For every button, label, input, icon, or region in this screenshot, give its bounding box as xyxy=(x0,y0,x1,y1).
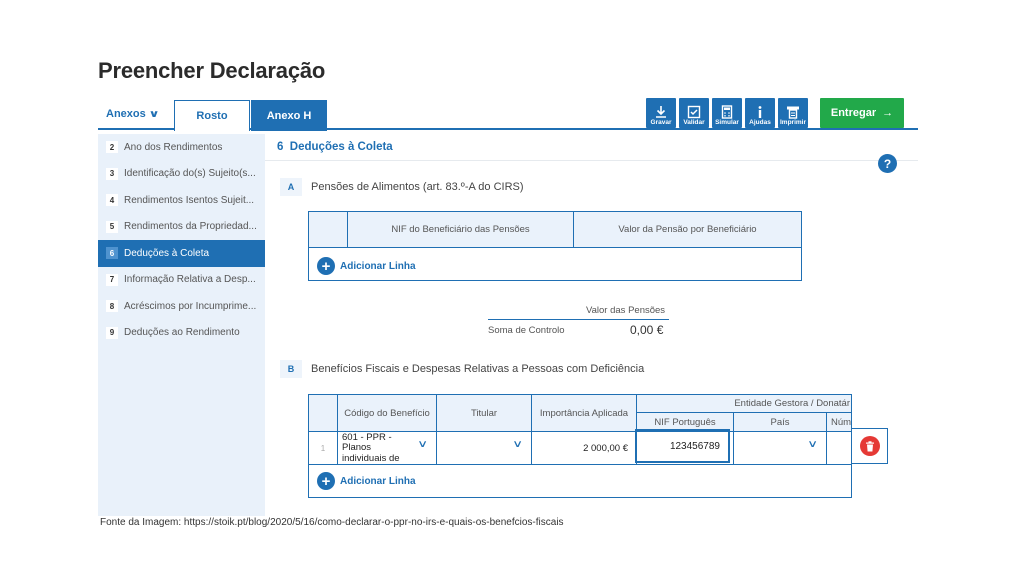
column-header-num: Núm xyxy=(831,416,852,428)
subsection-b-title: Benefícios Fiscais e Despesas Relativas … xyxy=(311,363,645,375)
plus-icon: + xyxy=(317,472,335,490)
tab-anexo-h[interactable]: Anexo H xyxy=(251,100,327,131)
sidebar-item-acrescimos[interactable]: 8 Acréscimos por Incumprime... xyxy=(98,293,265,320)
sidebar-item-number: 3 xyxy=(106,167,118,180)
subsection-a-title: Pensões de Alimentos (art. 83.º-A do CIR… xyxy=(311,181,524,193)
add-line-label: Adicionar Linha xyxy=(340,260,416,272)
sidebar-item-label: Deduções à Coleta xyxy=(124,247,210,259)
sidebar-item-label: Ano dos Rendimentos xyxy=(124,141,223,153)
chevron-down-icon[interactable]: ∨ xyxy=(417,439,428,450)
column-header-pais: País xyxy=(770,416,790,428)
sidebar-item-rendimentos-propriedade[interactable]: 5 Rendimentos da Propriedad... xyxy=(98,214,265,241)
sidebar: 2 Ano dos Rendimentos 3 Identificação do… xyxy=(98,134,265,516)
sidebar-item-ano-rendimentos[interactable]: 2 Ano dos Rendimentos xyxy=(98,134,265,161)
plus-icon: + xyxy=(317,257,335,275)
sidebar-item-number: 8 xyxy=(106,300,118,313)
pensoes-table: NIF do Beneficiário das Pensões Valor da… xyxy=(308,211,802,281)
row-index-header xyxy=(309,212,348,247)
importancia-value[interactable]: 2 000,00 € xyxy=(532,432,634,464)
imprimir-button[interactable]: Imprimir xyxy=(778,98,808,128)
add-line-label: Adicionar Linha xyxy=(340,475,416,487)
codigo-select-value[interactable]: 601 - PPR - Planos individuais de xyxy=(342,433,406,464)
tab-bar: Anexos ∨ Rosto Anexo H Gravar Validar Si… xyxy=(98,98,918,131)
sidebar-item-number: 6 xyxy=(106,247,118,260)
sidebar-item-label: Acréscimos por Incumprime... xyxy=(124,300,257,312)
sidebar-item-label: Informação Relativa a Desp... xyxy=(124,274,256,286)
sidebar-item-rendimentos-isentos[interactable]: 4 Rendimentos Isentos Sujeit... xyxy=(98,187,265,214)
ajudas-label: Ajudas xyxy=(749,118,771,126)
titular-select[interactable] xyxy=(437,432,517,464)
column-header-nif: NIF do Beneficiário das Pensões xyxy=(348,212,574,247)
soma-controlo-value: 0,00 € xyxy=(630,323,664,337)
sidebar-item-number: 5 xyxy=(106,220,118,233)
imprimir-label: Imprimir xyxy=(779,118,806,126)
entregar-label: Entregar xyxy=(830,107,877,119)
column-header-valor: Valor da Pensão por Beneficiário xyxy=(618,224,757,235)
sidebar-item-label: Deduções ao Rendimento xyxy=(124,327,240,339)
gravar-label: Gravar xyxy=(650,118,672,126)
tab-rosto[interactable]: Rosto xyxy=(174,100,250,131)
section-number: 6 xyxy=(277,141,284,153)
info-icon xyxy=(758,105,762,118)
sidebar-item-deducoes-rendimento[interactable]: 9 Deduções ao Rendimento xyxy=(98,320,265,347)
section-title: 6 Deduções à Coleta xyxy=(277,141,393,153)
page-title: Preencher Declaração xyxy=(98,58,326,83)
sidebar-item-identificacao[interactable]: 3 Identificação do(s) Sujeito(s... xyxy=(98,161,265,188)
add-line-button-a[interactable]: + Adicionar Linha xyxy=(317,257,416,275)
sidebar-item-informacao-despesas[interactable]: 7 Informação Relativa a Desp... xyxy=(98,267,265,294)
help-icon[interactable]: ? xyxy=(878,154,897,173)
column-header-importancia: Importância Aplicada xyxy=(539,407,629,419)
section-title-text: Deduções à Coleta xyxy=(289,141,393,153)
beneficios-table: Código do Benefício Titular Importância … xyxy=(308,394,852,498)
sidebar-item-label: Rendimentos Isentos Sujeit... xyxy=(124,194,255,206)
sidebar-item-number: 9 xyxy=(106,326,118,339)
sidebar-item-number: 4 xyxy=(106,194,118,207)
sidebar-item-deducoes-coleta[interactable]: 6 Deduções à Coleta xyxy=(98,240,265,267)
delete-row-button[interactable] xyxy=(852,428,888,464)
section-divider xyxy=(265,160,918,161)
sidebar-item-number: 2 xyxy=(106,141,118,154)
column-header-titular: Titular xyxy=(470,407,498,419)
chevron-down-icon[interactable]: ∨ xyxy=(807,439,818,450)
nif-input[interactable]: 123456789 xyxy=(635,429,730,463)
row-index-header xyxy=(309,395,337,431)
pais-select[interactable] xyxy=(734,432,814,464)
add-line-button-b[interactable]: + Adicionar Linha xyxy=(317,472,416,490)
sidebar-item-label: Rendimentos da Propriedad... xyxy=(124,221,257,233)
image-source-caption: Fonte da Imagem: https://stoik.pt/blog/2… xyxy=(100,517,564,528)
anexos-dropdown[interactable]: Anexos ∨ xyxy=(106,108,160,120)
trash-icon xyxy=(859,436,880,456)
pensoes-table-header: NIF do Beneficiário das Pensões Valor da… xyxy=(309,212,801,248)
ajudas-button[interactable]: Ajudas xyxy=(745,98,775,128)
chevron-down-icon: ∨ xyxy=(148,108,160,120)
toolbar: Gravar Validar Simular Ajudas Imprimir xyxy=(646,98,808,128)
header-subdivider xyxy=(637,412,851,413)
column-header-entidade: Entidade Gestora / Donatár xyxy=(734,398,850,409)
col-divider xyxy=(337,395,338,464)
checkbox-icon xyxy=(687,105,701,118)
calculator-icon xyxy=(721,104,733,119)
entregar-button[interactable]: Entregar → xyxy=(820,98,904,128)
gravar-button[interactable]: Gravar xyxy=(646,98,676,128)
download-icon xyxy=(656,105,666,118)
soma-controlo-label: Soma de Controlo xyxy=(488,325,565,336)
sidebar-item-label: Identificação do(s) Sujeito(s... xyxy=(124,168,256,180)
validar-label: Validar xyxy=(683,118,705,126)
valor-pensoes-label: Valor das Pensões xyxy=(586,305,666,316)
printer-icon xyxy=(787,106,799,119)
row-index: 1 xyxy=(320,443,326,453)
subsection-b-letter: B xyxy=(280,360,302,378)
row-divider xyxy=(309,464,851,465)
validar-button[interactable]: Validar xyxy=(679,98,709,128)
col-divider xyxy=(826,412,827,464)
simular-button[interactable]: Simular xyxy=(712,98,742,128)
sidebar-item-number: 7 xyxy=(106,273,118,286)
column-header-codigo: Código do Benefício xyxy=(344,407,430,419)
arrow-right-icon: → xyxy=(882,107,894,119)
pensoes-divider xyxy=(488,319,669,320)
anexos-label: Anexos xyxy=(106,108,146,120)
simular-label: Simular xyxy=(715,118,739,126)
subsection-a-letter: A xyxy=(280,178,302,196)
